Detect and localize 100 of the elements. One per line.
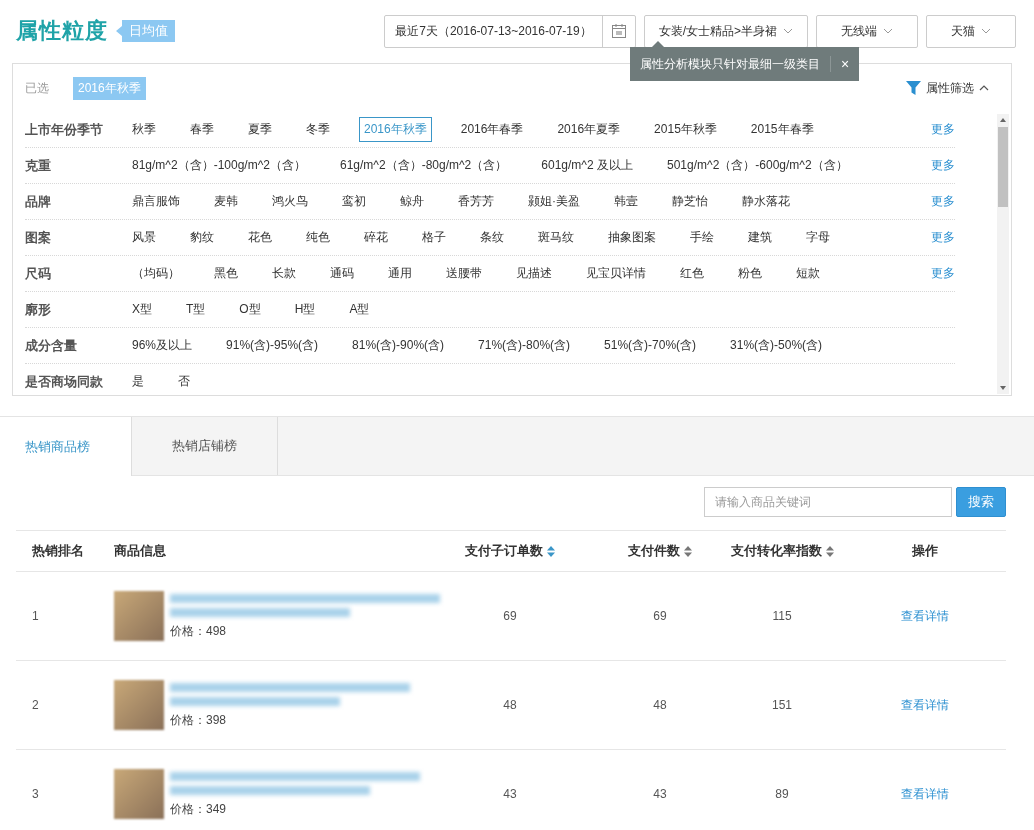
attribute-option[interactable]: H型 (289, 297, 321, 322)
attribute-option[interactable]: 71%(含)-80%(含) (473, 333, 576, 358)
attribute-option[interactable]: 31%(含)-50%(含) (725, 333, 828, 358)
attribute-option[interactable]: 91%(含)-95%(含) (221, 333, 324, 358)
tab[interactable]: 热销商品榜 (0, 417, 132, 476)
attribute-option[interactable]: 81%(含)-90%(含) (347, 333, 450, 358)
attribute-option[interactable]: 鸿火鸟 (267, 189, 313, 214)
attribute-option[interactable]: （均码） (127, 261, 185, 286)
keyword-search-field[interactable]: 请输入商品关键词 (704, 487, 952, 517)
more-link[interactable]: 更多 (931, 229, 955, 246)
attribute-option[interactable]: A型 (344, 297, 375, 322)
attribute-option[interactable]: 静芝怡 (667, 189, 713, 214)
attribute-option[interactable]: 香芳芳 (453, 189, 499, 214)
attribute-option[interactable]: 2016年春季 (455, 117, 529, 142)
attribute-option[interactable]: 96%及以上 (127, 333, 198, 358)
attribute-option[interactable]: 黑色 (209, 261, 243, 286)
calendar-icon (610, 23, 627, 39)
attribute-option[interactable]: 短款 (791, 261, 825, 286)
page-title: 属性粒度 (16, 17, 108, 45)
attribute-option[interactable]: 麦韩 (209, 189, 243, 214)
attribute-option[interactable]: 字母 (801, 225, 835, 250)
attribute-option[interactable]: 501g/m^2（含）-600g/m^2（含） (661, 153, 853, 178)
more-link[interactable]: 更多 (931, 121, 955, 138)
attribute-option[interactable]: 春季 (185, 117, 219, 142)
orders-cell-text: 48 (502, 698, 518, 712)
conversion-cell-text: 151 (771, 698, 793, 712)
filter-dropdown[interactable]: 女装/女士精品>半身裙 (643, 14, 808, 48)
attribute-label: 是否商场同款 (25, 372, 104, 391)
attribute-option[interactable]: 韩壹 (609, 189, 643, 214)
sortable-column-header[interactable]: 支付转化率指数 (720, 542, 844, 560)
items-cell-text: 69 (652, 609, 668, 623)
filter-dropdown[interactable]: 天猫 (926, 14, 1016, 48)
attribute-option[interactable]: 碎花 (359, 225, 393, 250)
attribute-option[interactable]: X型 (127, 297, 157, 322)
attribute-option[interactable]: 斑马纹 (533, 225, 579, 250)
items-cell-text: 48 (652, 698, 668, 712)
attribute-option[interactable]: 2016年夏季 (552, 117, 626, 142)
caret-icon (981, 28, 991, 34)
attribute-option[interactable]: 见宝贝详情 (581, 261, 651, 286)
attribute-option[interactable]: 静水落花 (737, 189, 795, 214)
attribute-option[interactable]: 鸾初 (337, 189, 371, 214)
attribute-option[interactable]: 61g/m^2（含）-80g/m^2（含） (335, 153, 513, 178)
product-price: 价格：498 (170, 622, 228, 640)
view-details-link[interactable]: 查看详情 (901, 785, 949, 803)
attribute-label: 克重 (25, 156, 52, 175)
attribute-option[interactable]: 豹纹 (185, 225, 219, 250)
attribute-option[interactable]: 鼎言服饰 (127, 189, 185, 214)
attribute-option[interactable]: 51%(含)-70%(含) (599, 333, 702, 358)
attribute-option[interactable]: 格子 (417, 225, 451, 250)
attribute-option[interactable]: 送腰带 (441, 261, 487, 286)
more-link[interactable]: 更多 (931, 193, 955, 210)
attribute-option[interactable]: 81g/m^2（含）-100g/m^2（含） (127, 153, 311, 178)
attribute-option[interactable]: 否 (173, 369, 195, 394)
attribute-option[interactable]: 秋季 (127, 117, 161, 142)
more-link[interactable]: 更多 (931, 265, 955, 282)
attribute-option[interactable]: T型 (181, 297, 211, 322)
product-price: 价格：398 (170, 711, 228, 729)
sort-icon (547, 545, 555, 557)
more-link[interactable]: 更多 (931, 157, 955, 174)
attribute-label: 尺码 (25, 264, 52, 283)
attribute-option[interactable]: 2015年秋季 (649, 117, 722, 142)
attribute-option[interactable]: 手绘 (685, 225, 719, 250)
attribute-option[interactable]: 601g/m^2 及以上 (536, 153, 638, 178)
attribute-option[interactable]: O型 (234, 297, 266, 322)
attribute-option[interactable]: 鲸舟 (395, 189, 429, 214)
filter-dropdown[interactable]: 无线端 (816, 14, 918, 48)
attribute-label: 图案 (25, 228, 52, 247)
attribute-option[interactable]: 冬季 (301, 117, 335, 142)
sortable-column-header[interactable]: 支付件数 (600, 542, 720, 560)
caret-icon (783, 28, 793, 34)
attribute-label: 廓形 (25, 300, 52, 319)
attribute-option[interactable]: 抽象图案 (603, 225, 661, 250)
date-range-text: 最近7天（2016-07-13~2016-07-19） (394, 22, 593, 40)
scrollbar[interactable] (997, 114, 1009, 394)
attribute-option[interactable]: 红色 (675, 261, 709, 286)
attribute-option[interactable]: 纯色 (301, 225, 335, 250)
attribute-option[interactable]: 通用 (383, 261, 417, 286)
date-range-picker[interactable]: 最近7天（2016-07-13~2016-07-19） (384, 14, 636, 48)
attribute-option[interactable]: 条纹 (475, 225, 509, 250)
view-details-link[interactable]: 查看详情 (901, 696, 949, 714)
attribute-option[interactable]: 2015年春季 (745, 117, 819, 142)
attribute-option[interactable]: 是 (127, 369, 149, 394)
sortable-column-header[interactable]: 支付子订单数 (420, 542, 600, 560)
attribute-filter-toggle[interactable]: 属性筛选 (906, 79, 989, 97)
attribute-option[interactable]: 风景 (127, 225, 161, 250)
orders-cell-text: 69 (502, 609, 518, 623)
conversion-cell-text: 115 (771, 609, 793, 623)
product-photo-placeholder (114, 680, 164, 730)
view-details-link[interactable]: 查看详情 (901, 607, 949, 625)
attribute-option[interactable]: 见描述 (511, 261, 557, 286)
attribute-option[interactable]: 颢姐·美盈 (523, 189, 585, 214)
attribute-option[interactable]: 粉色 (733, 261, 767, 286)
product-price: 价格：349 (170, 800, 228, 818)
attribute-option[interactable]: 建筑 (743, 225, 777, 250)
attribute-option[interactable]: 通码 (325, 261, 359, 286)
sort-icon (825, 545, 834, 557)
attribute-option[interactable]: 长款 (267, 261, 301, 286)
close-button[interactable]: × (830, 56, 860, 72)
attribute-option[interactable]: 花色 (243, 225, 277, 250)
attribute-option[interactable]: 夏季 (243, 117, 277, 142)
